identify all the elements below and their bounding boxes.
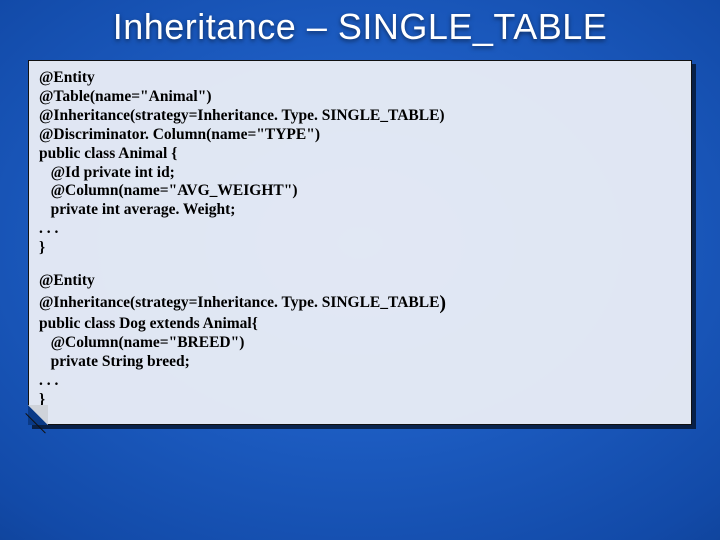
code-line: } [39, 239, 681, 258]
code-line: @Entity [39, 272, 681, 291]
code-block: @Entity @Table(name="Animal") @Inheritan… [28, 60, 692, 425]
code-line: public class Dog extends Animal{ [39, 315, 681, 334]
slide-title: Inheritance – SINGLE_TABLE [40, 0, 680, 56]
code-line: private String breed; [39, 353, 681, 372]
code-line: @Inheritance(strategy=Inheritance. Type.… [39, 291, 681, 315]
page-fold [28, 405, 48, 425]
code-text: @Inheritance(strategy=Inheritance. Type.… [39, 294, 439, 311]
code-line: @Table(name="Animal") [39, 88, 681, 107]
code-text: ) [439, 292, 446, 314]
code-line: . . . [39, 372, 681, 391]
code-line: @Id private int id; [39, 164, 681, 183]
code-line: @Inheritance(strategy=Inheritance. Type.… [39, 107, 681, 126]
code-line: @Column(name="AVG_WEIGHT") [39, 182, 681, 201]
code-line: public class Animal { [39, 145, 681, 164]
blank-line [39, 258, 681, 272]
code-line: @Discriminator. Column(name="TYPE") [39, 126, 681, 145]
code-line: @Entity [39, 69, 681, 88]
code-line: @Column(name="BREED") [39, 334, 681, 353]
code-line: } [39, 391, 681, 410]
code-line: private int average. Weight; [39, 201, 681, 220]
code-line: . . . [39, 220, 681, 239]
